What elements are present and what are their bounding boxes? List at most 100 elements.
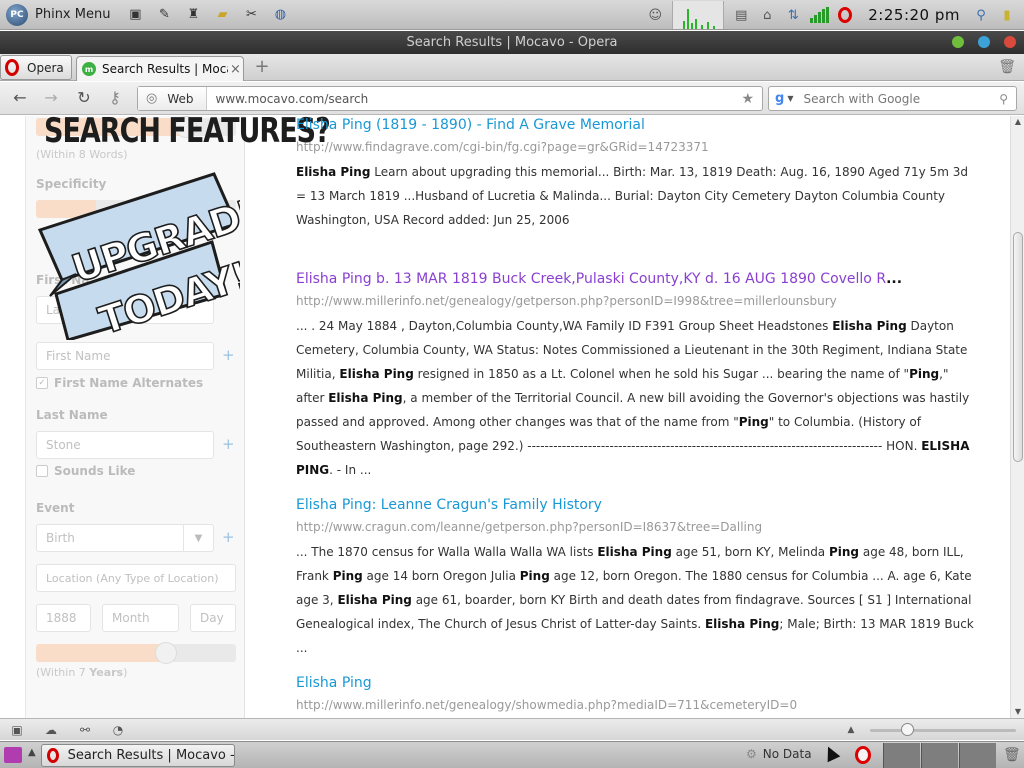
result-item: Elisha Ping http://www.millerinfo.net/ge… <box>296 674 976 713</box>
battery-icon[interactable]: ▮ <box>998 6 1016 24</box>
highlight-term: Elisha Ping <box>704 617 780 631</box>
panel-toggle-icon[interactable]: ▣ <box>9 722 25 738</box>
add-last-name-icon[interactable]: + <box>222 435 235 453</box>
opera-icon <box>47 748 59 763</box>
day-field[interactable]: Day <box>190 604 236 632</box>
workspace-1[interactable] <box>883 743 920 768</box>
bookmark-star-icon[interactable]: ★ <box>741 91 754 107</box>
result-title-link[interactable]: Elisha Ping b. 13 MAR 1819 Buck Creek,Pu… <box>296 270 976 288</box>
checkbox-icon[interactable] <box>36 465 48 477</box>
folder-icon[interactable]: ▰ <box>213 6 231 24</box>
taskbar-task-label: Search Results | Mocavo -... <box>67 748 234 763</box>
search-input[interactable]: Search with Google <box>803 92 999 106</box>
speed-dial-icon[interactable]: ◔ <box>110 722 126 738</box>
browser-status-bar: ▣ ☁ ⚯ ◔ ▲ <box>0 718 1024 740</box>
reload-button[interactable]: ↻ <box>74 88 94 108</box>
forward-button[interactable]: → <box>41 88 61 108</box>
within-years-prefix: (Within 7 <box>36 666 90 679</box>
sounds-like-label: Sounds Like <box>54 464 136 478</box>
result-title-link[interactable]: Elisha Ping (1819 - 1890) - Find A Grave… <box>296 116 976 134</box>
tab-search-results[interactable]: m Search Results | Moca... × <box>76 56 244 81</box>
chevron-down-icon[interactable]: ▼ <box>787 94 793 103</box>
zoom-up-icon[interactable]: ▲ <box>843 722 859 738</box>
upgrade-promo-banner[interactable]: SEARCH FEATURES? UPGRADE TODAY! <box>37 116 331 362</box>
chevron-down-icon[interactable]: ▼ <box>183 525 213 551</box>
result-snippet: ... The 1870 census for Walla Walla Wall… <box>296 545 974 655</box>
new-tab-button[interactable]: + <box>252 58 272 76</box>
closed-tabs-trash-icon[interactable]: 🗑 <box>998 59 1016 75</box>
event-select[interactable]: Birth ▼ <box>36 524 214 552</box>
workspace-2[interactable] <box>921 743 958 768</box>
phinx-logo-icon[interactable]: PC <box>6 3 28 26</box>
window-titlebar[interactable]: Search Results | Mocavo - Opera <box>0 31 1024 54</box>
settings-icon[interactable]: ✂ <box>242 6 260 24</box>
scroll-up-icon[interactable]: ▲ <box>1011 116 1024 128</box>
chevron-up-icon[interactable]: ▲ <box>28 747 36 758</box>
key-icon[interactable]: ⚷ <box>105 88 125 108</box>
terminal-icon[interactable]: ▣ <box>126 6 144 24</box>
scroll-down-icon[interactable]: ▼ <box>1011 706 1024 718</box>
weather-widget[interactable]: ⚙ No Data <box>746 747 812 761</box>
year-field[interactable]: 1888 <box>36 604 91 632</box>
minimize-button[interactable] <box>952 36 964 48</box>
start-menu-icon[interactable] <box>4 747 22 763</box>
signal-icon[interactable] <box>810 7 830 23</box>
year-range-slider[interactable] <box>36 642 236 664</box>
zoom-slider[interactable] <box>870 729 1016 732</box>
upgrade-ribbon[interactable]: UPGRADE TODAY! <box>36 170 240 340</box>
clock[interactable]: 2:25:20 pm <box>868 6 960 24</box>
phinx-menu-button[interactable]: Phinx Menu <box>35 7 110 22</box>
page-viewport: (Within 8 Words) Specificity First Na La… <box>0 116 1010 718</box>
google-icon[interactable]: g <box>775 91 784 106</box>
paint-icon[interactable]: ♜ <box>184 6 202 24</box>
address-bar[interactable]: ◎ Web www.mocavo.com/search ★ <box>137 86 763 111</box>
taskbar-task-opera[interactable]: Search Results | Mocavo -... <box>41 744 235 767</box>
location-field[interactable]: Location (Any Type of Location) <box>36 564 236 592</box>
back-button[interactable]: ← <box>10 88 30 108</box>
opera-menu-label: Opera <box>27 60 64 75</box>
opera-tray-icon[interactable] <box>855 746 871 764</box>
opera-menu-button[interactable]: Opera <box>0 55 72 80</box>
user-icon[interactable]: ☺ <box>646 6 664 24</box>
close-window-button[interactable] <box>1004 36 1016 48</box>
first-name-alternates-checkbox[interactable]: ✓ First Name Alternates <box>36 376 203 390</box>
trash-icon[interactable]: 🗑 <box>1003 747 1021 763</box>
user-switch-icon[interactable]: ⚲ <box>972 6 990 24</box>
search-icon[interactable]: ⚲ <box>999 92 1008 106</box>
url-input[interactable]: www.mocavo.com/search <box>216 92 742 106</box>
share-icon[interactable]: ⚯ <box>77 722 93 738</box>
globe-icon: ◎ <box>146 91 158 106</box>
network-icon[interactable]: ⌂ <box>758 6 776 24</box>
month-field[interactable]: Month <box>102 604 179 632</box>
sounds-like-checkbox[interactable]: Sounds Like <box>36 464 135 478</box>
close-tab-icon[interactable]: × <box>230 62 241 77</box>
result-title-text: Elisha Ping b. 13 MAR 1819 Buck Creek,Pu… <box>296 271 887 287</box>
scrollbar-thumb[interactable] <box>1013 232 1023 462</box>
workspace-3[interactable] <box>959 743 996 768</box>
search-box[interactable]: g ▼ Search with Google ⚲ <box>768 86 1017 111</box>
last-name-field[interactable]: Stone <box>36 431 214 459</box>
result-title-link[interactable]: Elisha Ping: Leanne Cragun's Family Hist… <box>296 496 976 514</box>
vertical-scrollbar[interactable]: ▲ ▼ <box>1010 116 1024 718</box>
add-event-icon[interactable]: + <box>222 528 235 546</box>
mocavo-favicon-icon: m <box>82 62 96 76</box>
opera-icon[interactable] <box>838 7 853 23</box>
web-badge[interactable]: ◎ Web <box>138 87 207 110</box>
checkbox-icon[interactable]: ✓ <box>36 377 48 389</box>
slider-knob[interactable] <box>155 642 177 664</box>
tab-bar: Opera m Search Results | Moca... × + 🗑 <box>0 54 1024 81</box>
clipboard-icon[interactable]: ▤ <box>732 6 750 24</box>
maximize-button[interactable] <box>978 36 990 48</box>
highlight-term: Elisha Ping <box>337 593 412 607</box>
highlight-term: Ping <box>332 569 363 583</box>
result-url: http://www.findagrave.com/cgi-bin/fg.cgi… <box>296 140 709 154</box>
text-editor-icon[interactable]: ✎ <box>155 6 173 24</box>
result-title-link[interactable]: Elisha Ping <box>296 674 976 692</box>
network-status-icon[interactable]: ⇅ <box>784 6 802 24</box>
zoom-slider-knob[interactable] <box>900 723 914 736</box>
within-years-text: (Within 7 Years) <box>36 666 127 679</box>
result-snippet: ... . 24 May 1884 , Dayton,Columbia Coun… <box>296 319 970 477</box>
browser-icon[interactable]: ◍ <box>271 6 289 24</box>
highlight-term: Ping <box>909 367 940 381</box>
cloud-icon[interactable]: ☁ <box>43 722 59 738</box>
